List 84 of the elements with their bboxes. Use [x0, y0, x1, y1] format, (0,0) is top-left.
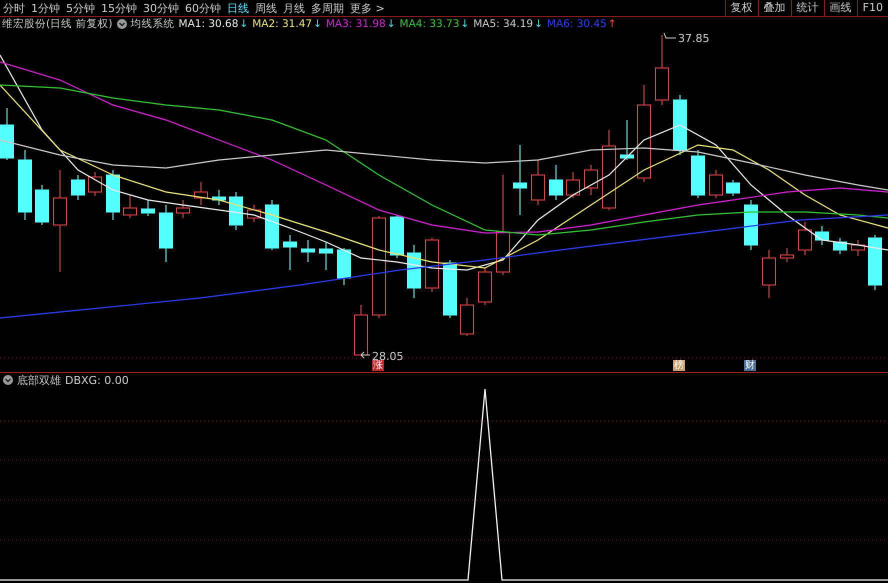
candlestick — [531, 160, 545, 206]
trend-arrow: ↓ — [386, 18, 396, 30]
toolbar-button[interactable]: 画线 — [824, 0, 857, 16]
candlestick — [265, 200, 279, 250]
candlestick — [141, 200, 155, 216]
candlestick — [549, 164, 563, 200]
trend-arrow: ↓ — [239, 18, 248, 30]
candlestick — [390, 214, 404, 258]
candlestick — [88, 172, 102, 196]
period-tab[interactable]: 30分钟 — [143, 0, 179, 16]
dropdown-icon[interactable] — [116, 18, 127, 28]
toolbar-button[interactable]: 叠加 — [758, 0, 791, 16]
period-tab[interactable]: 1分钟 — [31, 0, 60, 16]
candlestick — [566, 172, 580, 198]
indicator-reading: DBXG: 0.00 — [65, 374, 129, 386]
candlestick — [301, 240, 315, 262]
period-tab[interactable]: 月线 — [283, 0, 305, 16]
candlestick — [620, 120, 634, 160]
candlestick — [460, 298, 474, 336]
trend-arrow: ↑ — [608, 18, 617, 30]
period-tab[interactable]: 60分钟 — [185, 0, 221, 16]
candlestick — [71, 174, 85, 200]
period-tab[interactable]: 多周期 — [311, 0, 344, 16]
candlestick — [762, 250, 776, 298]
price-label: 37.85 — [678, 32, 710, 45]
leader-line — [664, 32, 676, 38]
candlestick — [478, 268, 492, 306]
candlestick — [673, 94, 687, 156]
period-tab[interactable]: 15分钟 — [101, 0, 137, 16]
toolbar-button[interactable]: F10 — [856, 0, 888, 16]
ma-reading: MA2: 31.47 — [252, 18, 312, 30]
candlestick — [283, 234, 297, 270]
candlestick — [18, 150, 32, 220]
trend-arrow: ↓ — [534, 18, 543, 30]
candlestick — [443, 260, 457, 318]
candlestick — [159, 204, 173, 262]
toolbar-button[interactable]: 统计 — [790, 0, 824, 16]
period-tab[interactable]: 周线 — [255, 0, 277, 16]
ma-reading: MA6: 30.45 — [546, 18, 607, 30]
candlestick — [833, 238, 847, 254]
candlestick — [584, 164, 598, 196]
candlestick — [513, 144, 527, 216]
stock-title: 维宏股份(日线 前复权) — [2, 16, 113, 30]
candlestick — [655, 34, 669, 106]
candlestick — [123, 194, 137, 218]
candlestick — [0, 108, 14, 160]
candlestick — [35, 184, 49, 226]
candlestick — [868, 234, 882, 290]
ma-reading: MA4: 33.73 — [400, 18, 460, 30]
trend-arrow: ↓ — [313, 18, 322, 30]
candlestick — [194, 182, 208, 206]
event-marker[interactable]: 财 — [744, 360, 756, 371]
ma-reading: MA5: 34.19 — [473, 18, 534, 30]
candlestick — [229, 192, 243, 230]
candlestick — [407, 244, 421, 298]
candlestick — [709, 170, 723, 198]
trend-arrow: ↓ — [460, 18, 470, 30]
period-tab[interactable]: 分时 — [3, 0, 25, 16]
candlestick — [354, 304, 368, 356]
period-tab[interactable]: 日线 — [227, 0, 249, 16]
leader-line — [360, 352, 370, 358]
ma-reading: MA3: 31.98 — [326, 18, 386, 30]
candlestick — [744, 200, 758, 250]
candlestick — [851, 240, 865, 256]
candlestick — [798, 222, 812, 256]
candlestick — [337, 248, 351, 286]
candlestick — [425, 238, 439, 292]
toolbar-button[interactable]: 复权 — [724, 0, 758, 16]
candlestick — [780, 248, 794, 262]
candlestick — [319, 242, 333, 270]
candlestick — [726, 180, 740, 196]
dropdown-icon[interactable] — [3, 375, 13, 385]
indicator-name: 底部双雄 — [17, 372, 61, 388]
event-marker[interactable]: 涨 — [372, 360, 384, 371]
candlestick — [691, 150, 705, 198]
ma-reading: MA1: 30.68 — [178, 18, 238, 30]
candlestick — [815, 226, 829, 246]
indicator-name: 均线系统 — [130, 16, 175, 30]
period-tab[interactable]: 更多 > — [350, 0, 385, 16]
candlestick — [247, 204, 261, 222]
candlestick — [106, 170, 120, 220]
candlestick — [176, 200, 190, 218]
period-tab[interactable]: 5分钟 — [66, 0, 95, 16]
candlestick — [212, 190, 226, 206]
